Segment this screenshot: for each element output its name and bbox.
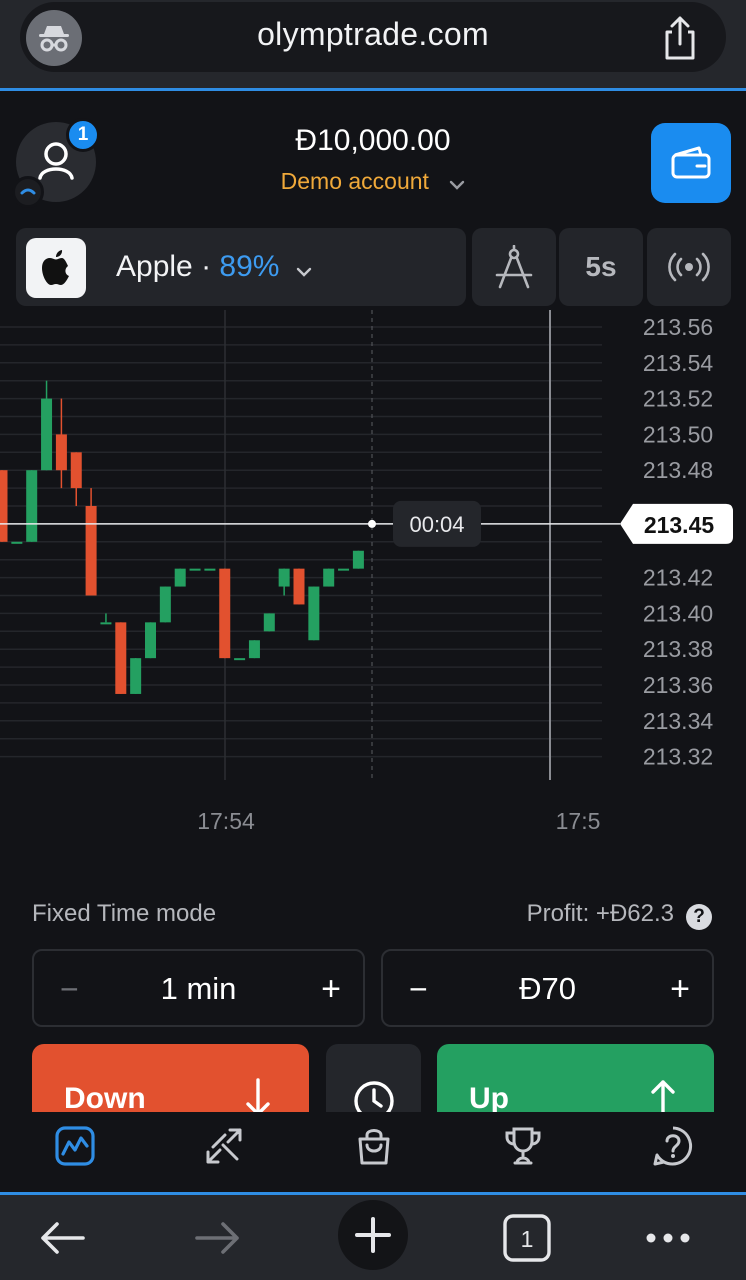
- price-tick-label: 213.38: [643, 636, 713, 662]
- candle-body: [26, 470, 38, 542]
- asset-separator: ·: [192, 250, 220, 283]
- candle-body: [0, 470, 8, 542]
- candle-body: [352, 550, 364, 569]
- candle-body: [55, 434, 67, 471]
- apple-logo-icon: [26, 238, 86, 298]
- price-tick-label: 213.36: [643, 672, 713, 698]
- duration-stepper[interactable]: − 1 min +: [32, 949, 365, 1027]
- price-tick-label: 213.54: [643, 350, 714, 376]
- duration-increase-button[interactable]: +: [321, 969, 341, 1009]
- time-axis: 17:54 17:5: [197, 808, 600, 834]
- current-price-label: 213.45: [644, 512, 715, 538]
- account-selector[interactable]: Demo account: [0, 168, 746, 196]
- new-tab-button[interactable]: [338, 1200, 408, 1270]
- candle-body: [159, 586, 171, 623]
- candle-body: [174, 568, 186, 587]
- wallet-button[interactable]: [651, 123, 731, 203]
- candle-body: [323, 568, 335, 587]
- more-icon[interactable]: [640, 1210, 696, 1266]
- account-balance: Đ10,000.00: [295, 124, 451, 157]
- candle-body: [85, 506, 97, 596]
- candle-body: [308, 586, 320, 641]
- candle-body: [41, 398, 53, 471]
- share-icon[interactable]: [658, 14, 702, 62]
- back-arrow-icon[interactable]: [34, 1210, 90, 1266]
- candle-body: [100, 622, 112, 625]
- market-bag-icon[interactable]: [352, 1124, 396, 1168]
- help-icon[interactable]: ?: [686, 904, 712, 930]
- tab-count: 1: [521, 1226, 534, 1252]
- account-label: Demo account: [280, 168, 429, 194]
- candle-body: [234, 658, 246, 661]
- candles: [0, 380, 364, 694]
- candle-body: [70, 452, 82, 489]
- price-tick-label: 213.40: [643, 600, 713, 626]
- price-chart[interactable]: 213.56 213.54 213.52 213.50 213.48 213.42 213.…: [0, 310, 746, 850]
- profit-label: Profit: +Đ62.3: [526, 900, 674, 927]
- up-label: Up: [469, 1082, 509, 1115]
- help-icon[interactable]: [651, 1124, 695, 1168]
- duration-value[interactable]: 1 min: [34, 971, 363, 1007]
- trading-chart-icon[interactable]: [53, 1124, 97, 1168]
- asset-name: Apple: [116, 250, 193, 283]
- trades-arrows-icon[interactable]: [202, 1124, 246, 1168]
- candle-body: [145, 622, 156, 659]
- down-label: Down: [64, 1082, 146, 1115]
- drawing-tools-button[interactable]: [472, 228, 556, 306]
- amount-increase-button[interactable]: +: [670, 969, 690, 1009]
- forward-arrow-icon[interactable]: [190, 1210, 246, 1266]
- asset-name-payout[interactable]: Apple · 89%: [116, 250, 312, 285]
- candle-body: [293, 568, 305, 605]
- price-tick-label: 213.48: [643, 457, 713, 483]
- time-tick-label: 17:5: [556, 808, 601, 834]
- loading-progress-line: [0, 88, 746, 91]
- url-text[interactable]: olymptrade.com: [0, 16, 746, 53]
- amount-stepper[interactable]: − Đ70 +: [381, 949, 714, 1027]
- price-tick-label: 213.42: [643, 565, 713, 591]
- plus-icon: [355, 1217, 391, 1253]
- chevron-down-icon: [449, 169, 465, 196]
- candle-body: [11, 541, 23, 544]
- broadcast-icon: [668, 252, 710, 282]
- candle-body: [248, 640, 260, 659]
- wallet-icon: [671, 146, 711, 179]
- price-tick-label: 213.52: [643, 386, 713, 412]
- compass-drawing-icon: [495, 245, 533, 289]
- current-price-marker: 00:04 213.45: [0, 500, 733, 547]
- trade-mode-label[interactable]: Fixed Time mode: [32, 900, 216, 928]
- candle-body: [263, 613, 275, 632]
- price-tick-label: 213.50: [643, 421, 713, 447]
- price-tick-label: 213.32: [643, 744, 713, 770]
- candle-body: [338, 568, 350, 571]
- candle-body: [189, 568, 201, 571]
- amount-value[interactable]: Đ70: [383, 971, 712, 1007]
- candle-body: [204, 568, 216, 571]
- chevron-down-icon: [296, 251, 312, 285]
- timeframe-button[interactable]: 5s: [559, 228, 643, 306]
- candle-body: [130, 658, 142, 694]
- signals-button[interactable]: [647, 228, 731, 306]
- asset-payout: 89%: [219, 250, 280, 283]
- tabs-icon[interactable]: 1: [499, 1210, 555, 1266]
- candle-body: [219, 568, 231, 659]
- price-tick-label: 213.56: [643, 314, 713, 340]
- countdown-label: 00:04: [409, 512, 464, 537]
- trophy-icon[interactable]: [501, 1124, 545, 1168]
- time-tick-label: 17:54: [197, 808, 255, 834]
- candle-body: [278, 568, 290, 587]
- candle-body: [115, 622, 127, 694]
- current-price-dot: [368, 519, 376, 528]
- price-tick-label: 213.34: [643, 708, 714, 734]
